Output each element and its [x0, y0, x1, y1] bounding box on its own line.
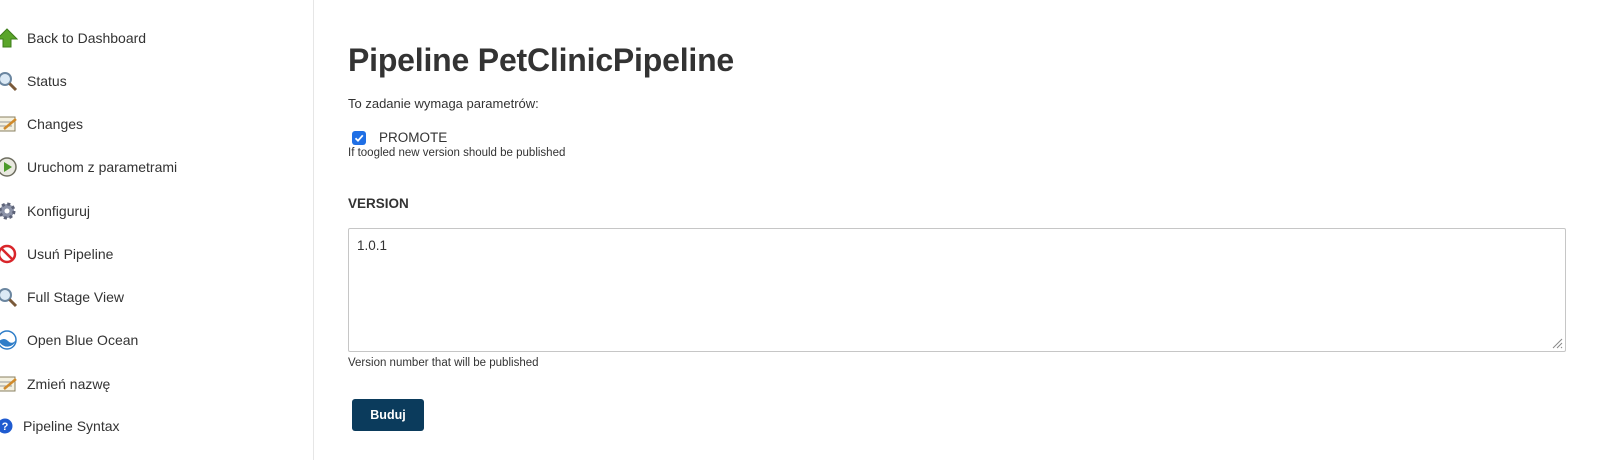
sidebar-item-label: Usuń Pipeline	[27, 246, 114, 262]
sidebar-item-label: Full Stage View	[27, 289, 125, 305]
sidebar-item-open-blue-ocean[interactable]: Open Blue Ocean	[0, 325, 138, 355]
sidebar-item-label: Pipeline Syntax	[23, 418, 120, 434]
magnifier-icon	[0, 70, 18, 92]
build-button[interactable]: Buduj	[352, 399, 424, 431]
version-value: 1.0.1	[357, 238, 388, 253]
sidebar-item-konfiguruj[interactable]: Konfiguruj	[0, 196, 90, 226]
parameters-intro: To zadanie wymaga parametrów:	[348, 96, 539, 111]
sidebar-item-status[interactable]: Status	[0, 66, 67, 96]
clock-play-icon	[0, 156, 18, 178]
sidebar-item-label: Open Blue Ocean	[27, 332, 139, 348]
sidebar-item-uruchom[interactable]: Uruchom z parametrami	[0, 152, 177, 182]
sidebar-item-label: Changes	[27, 116, 84, 132]
sidebar-item-usun-pipeline[interactable]: Usuń Pipeline	[0, 239, 113, 269]
sidebar-item-label: Status	[27, 73, 67, 89]
promote-row: PROMOTE	[352, 130, 447, 145]
sidebar: Back to Dashboard Status Changes Uruchom…	[0, 0, 314, 460]
promote-label[interactable]: PROMOTE	[379, 130, 447, 145]
sidebar-item-back-to-dashboard[interactable]: Back to Dashboard	[0, 23, 146, 53]
gear-icon	[0, 200, 18, 222]
sidebar-item-full-stage-view[interactable]: Full Stage View	[0, 282, 124, 312]
promote-help: If toogled new version should be publish…	[348, 147, 566, 159]
page-title: Pipeline PetClinicPipeline	[348, 42, 735, 78]
blue-ocean-icon	[0, 329, 18, 351]
sidebar-item-label: Back to Dashboard	[27, 30, 147, 46]
no-entry-icon	[0, 243, 18, 265]
promote-checkbox[interactable]	[352, 130, 366, 145]
version-label: VERSION	[348, 196, 409, 211]
sidebar-item-label: Uruchom z parametrami	[27, 159, 178, 175]
sidebar-item-label: Konfiguruj	[27, 203, 91, 219]
version-textarea[interactable]: 1.0.1	[348, 228, 1566, 352]
notepad-icon	[0, 113, 18, 135]
svg-text:?: ?	[2, 421, 9, 433]
sidebar-item-label: Zmień nazwę	[27, 376, 111, 392]
version-help: Version number that will be published	[348, 357, 539, 369]
checkmark-icon	[354, 134, 364, 142]
up-arrow-icon	[0, 27, 19, 49]
magnifier-icon	[0, 286, 18, 308]
notepad-icon	[0, 373, 18, 395]
resize-grip-icon[interactable]	[1551, 337, 1563, 349]
sidebar-item-changes[interactable]: Changes	[0, 109, 83, 139]
help-icon: ?	[0, 415, 18, 437]
sidebar-item-zmien-nazwe[interactable]: Zmień nazwę	[0, 369, 110, 399]
sidebar-item-pipeline-syntax[interactable]: ? Pipeline Syntax	[0, 411, 120, 441]
